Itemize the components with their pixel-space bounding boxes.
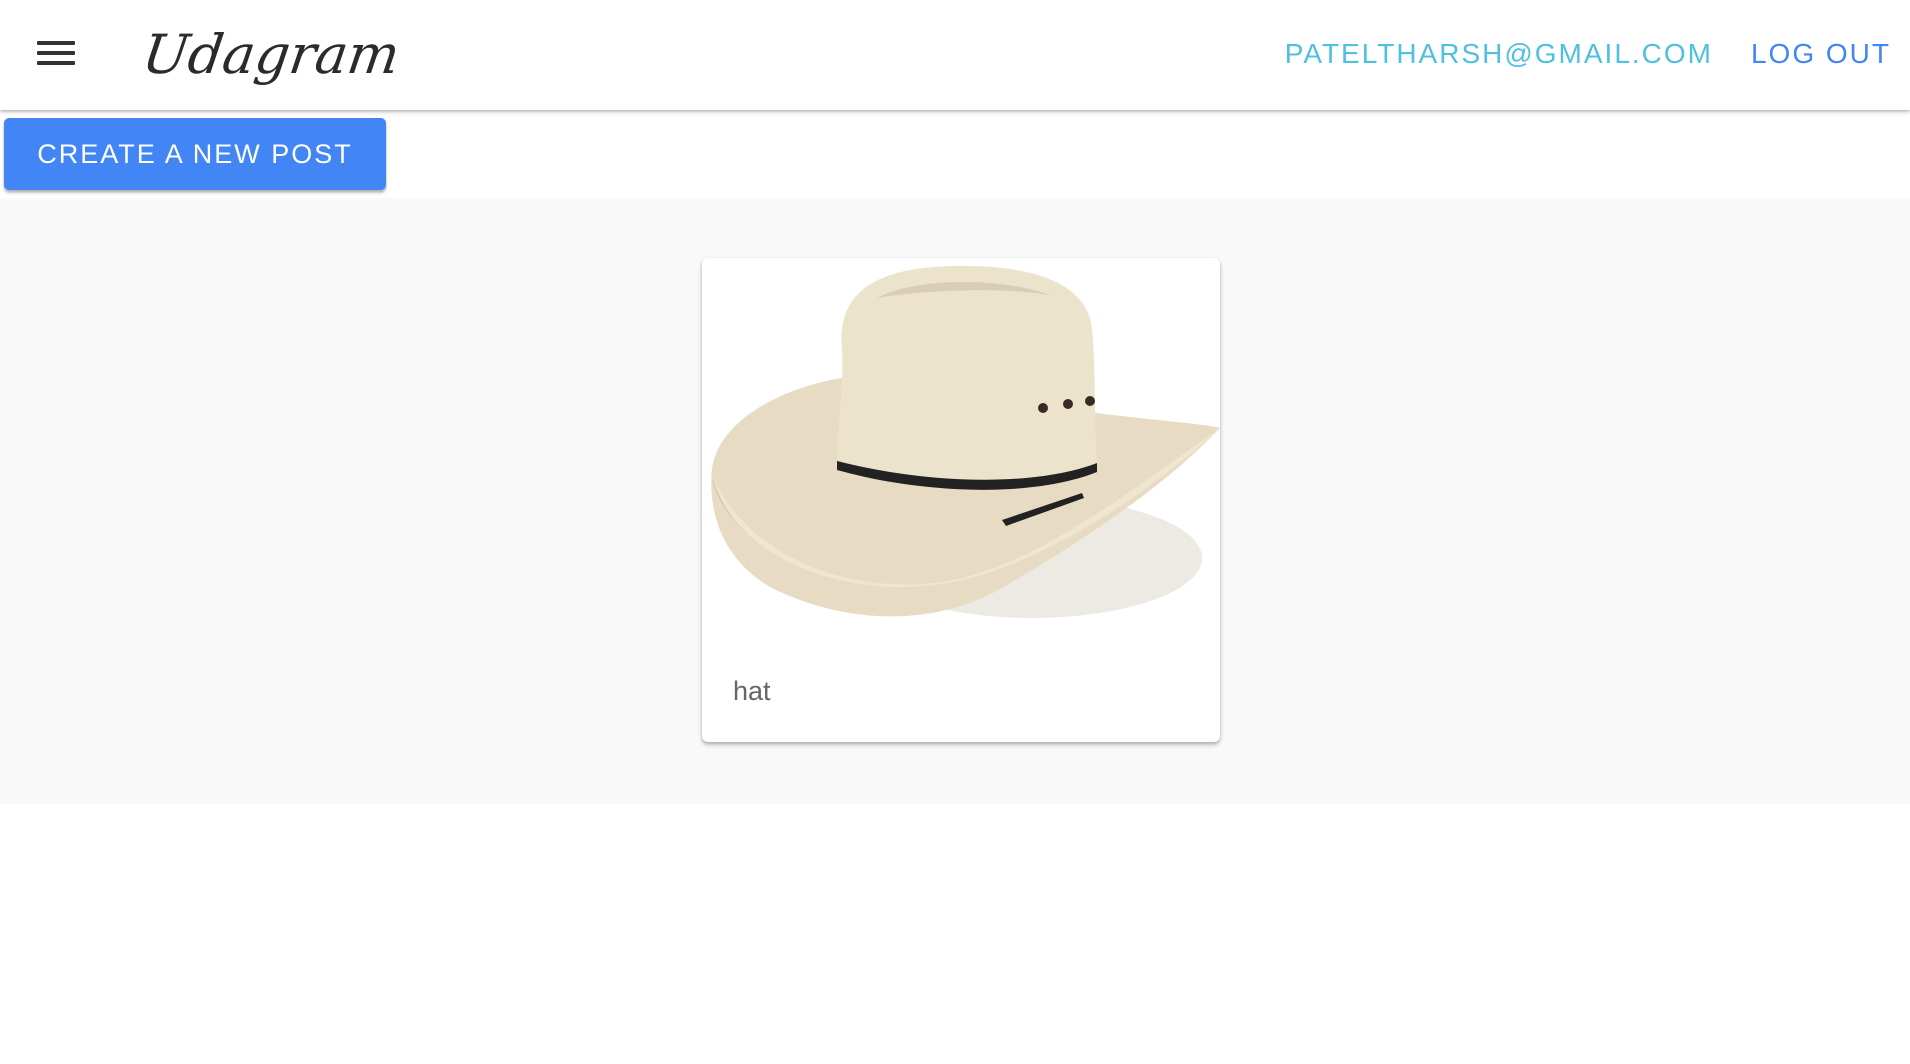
post-caption: hat (733, 676, 771, 706)
hamburger-menu-icon[interactable] (28, 30, 84, 80)
top-toolbar: Udagram PATELTHARSH@GMAIL.COM LOG OUT (0, 0, 1910, 110)
post-image (702, 258, 1220, 646)
user-email-link[interactable]: PATELTHARSH@GMAIL.COM (1285, 36, 1713, 72)
post-card[interactable]: hat (702, 258, 1220, 742)
feed-container: hat (0, 198, 1910, 804)
create-post-button[interactable]: CREATE A NEW POST (4, 118, 386, 190)
logout-link[interactable]: LOG OUT (1751, 36, 1891, 72)
app-logo[interactable]: Udagram (138, 20, 404, 90)
